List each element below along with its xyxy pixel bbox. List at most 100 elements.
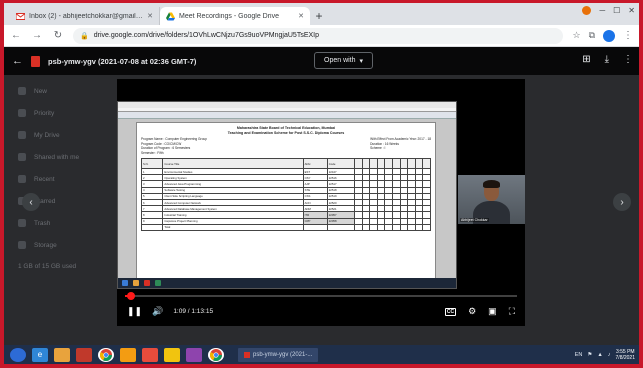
- open-with-button[interactable]: Open with ▾: [314, 52, 374, 69]
- pause-icon[interactable]: ❚❚: [127, 306, 142, 317]
- tab-title: Inbox (2) - abhijeetchokkar@gmail.com: [29, 12, 144, 20]
- trash-icon: [18, 219, 26, 227]
- ie-icon[interactable]: e: [32, 347, 48, 362]
- viewer-header: ← psb-ymw-ygv (2021-07-08 at 02:36 GMT-7…: [4, 47, 639, 75]
- close-window-icon[interactable]: ✕: [628, 6, 635, 15]
- doc-subheading: Teaching and Examination Scheme for Post…: [227, 131, 345, 135]
- scheme-table: S.N. Course Title Abbr. Code 1 Environmental…: [140, 158, 431, 231]
- control-row: ❚❚ 🔊 1:09 / 1:13:15 CC ⚙ ▣ ⛶: [127, 306, 515, 317]
- sidebar-item-recent[interactable]: Recent: [18, 175, 79, 183]
- new-window-icon[interactable]: ⊞: [582, 54, 590, 65]
- video-app-icon[interactable]: [142, 347, 158, 362]
- back-icon[interactable]: ←: [10, 30, 22, 41]
- header-cell: Abbr.: [302, 158, 328, 169]
- star-icon[interactable]: ☆: [572, 30, 580, 41]
- windows-taskbar: e psb-ymw-ygv (2021-... EN ⚑ ▲ ♪ 3:55 PM…: [4, 345, 639, 364]
- minimize-icon[interactable]: ─: [599, 6, 605, 15]
- media-icon[interactable]: [76, 347, 92, 362]
- participant-name: Abhijeet Chokkar: [460, 218, 489, 222]
- back-arrow-icon[interactable]: ←: [12, 55, 23, 67]
- priority-icon: [18, 109, 26, 117]
- shared-screen-taskbar: [118, 278, 456, 288]
- clock[interactable]: 3:55 PM 7/8/2021: [616, 349, 635, 361]
- start-button-icon[interactable]: [10, 347, 26, 362]
- browser-window: Inbox (2) - abhijeetchokkar@gmail.com ✕ …: [4, 3, 639, 364]
- sidebar-item-new[interactable]: New: [18, 87, 79, 95]
- header-cell: S.N.: [140, 158, 164, 169]
- tab-gmail[interactable]: Inbox (2) - abhijeetchokkar@gmail.com ✕: [10, 7, 160, 25]
- avatar[interactable]: [603, 29, 615, 42]
- doc-info: Program Name : Computer Engineering Grou…: [141, 137, 431, 155]
- header-cell: Course Title: [162, 158, 304, 169]
- chevron-down-icon: ▾: [359, 57, 364, 65]
- extensions-icon[interactable]: ⧉: [589, 30, 595, 41]
- folder-icon[interactable]: [54, 347, 70, 362]
- table-row-total: Total: [140, 223, 431, 231]
- time-display: 1:09 / 1:13:15: [173, 308, 214, 315]
- maximize-icon[interactable]: ☐: [613, 6, 620, 15]
- chrome-icon: [144, 280, 150, 286]
- sidebar-item-my-drive[interactable]: My Drive: [18, 131, 79, 139]
- player-controls: ❚❚ 🔊 1:09 / 1:13:15 CC ⚙ ▣ ⛶: [117, 289, 525, 326]
- sidebar-item-storage[interactable]: Storage: [18, 241, 79, 249]
- language-indicator[interactable]: EN: [575, 352, 583, 358]
- scrubber-handle[interactable]: [127, 292, 136, 300]
- chrome-icon[interactable]: [98, 347, 114, 362]
- address-bar[interactable]: 🔒 drive.google.com/drive/folders/1OVhLwC…: [73, 27, 564, 44]
- browser-toolbar: ← → ↻ 🔒 drive.google.com/drive/folders/1…: [4, 25, 639, 47]
- word-icon[interactable]: [186, 347, 202, 362]
- file-name: psb-ymw-ygv (2021-07-08 at 02:36 GMT-7): [48, 56, 197, 66]
- profile-icon[interactable]: [582, 6, 592, 15]
- document-page: Maharashtra State Board of Technical Edu…: [136, 122, 436, 282]
- flag-icon[interactable]: ⚑: [587, 352, 592, 358]
- miniplayer-icon[interactable]: ▣: [488, 306, 497, 317]
- folder-icon: [133, 280, 139, 286]
- tab-drive[interactable]: Meet Recordings - Google Drive ✕: [160, 7, 310, 25]
- window-controls: ─ ☐ ✕: [582, 6, 635, 15]
- download-icon[interactable]: ⤓: [605, 54, 609, 65]
- sidebar-item-trash[interactable]: Trash: [18, 219, 79, 227]
- close-icon[interactable]: ✕: [147, 12, 153, 20]
- tab-strip: Inbox (2) - abhijeetchokkar@gmail.com ✕ …: [4, 3, 639, 25]
- fullscreen-icon[interactable]: ⛶: [509, 306, 515, 317]
- people-icon: [18, 153, 26, 161]
- close-icon[interactable]: ✕: [298, 12, 304, 20]
- network-icon[interactable]: ▲: [597, 352, 602, 358]
- app-icon: [155, 280, 161, 286]
- forward-icon[interactable]: →: [31, 30, 43, 41]
- chrome-active-icon[interactable]: [208, 347, 224, 362]
- video-file-icon: [31, 55, 40, 67]
- clock-icon: [18, 175, 26, 183]
- pdf-toolbar: [118, 112, 456, 119]
- drive-sidebar: New Priority My Drive Shared with me Rec…: [18, 87, 79, 270]
- settings-gear-icon[interactable]: ⚙: [468, 306, 476, 317]
- paint-icon[interactable]: [120, 347, 136, 362]
- next-file-button[interactable]: ›: [613, 193, 631, 211]
- new-tab-button[interactable]: +: [310, 7, 328, 25]
- lock-icon[interactable]: 🔒: [80, 32, 89, 40]
- progress-bar[interactable]: [125, 292, 517, 300]
- reload-icon[interactable]: ↻: [52, 30, 64, 41]
- cloud-icon: [18, 241, 26, 249]
- volume-icon[interactable]: 🔊: [152, 306, 163, 317]
- video-file-icon: [244, 351, 250, 358]
- chevron-right-icon: ›: [620, 196, 624, 208]
- previous-file-button[interactable]: ‹: [22, 193, 40, 211]
- sidebar-item-shared[interactable]: Shared with me: [18, 153, 79, 161]
- plus-icon: [18, 87, 26, 95]
- system-tray: EN ⚑ ▲ ♪ 3:55 PM 7/8/2021: [575, 349, 635, 361]
- sidebar-item-priority[interactable]: Priority: [18, 109, 79, 117]
- more-icon[interactable]: ⋮: [623, 54, 633, 65]
- menu-icon[interactable]: ⋮: [623, 30, 633, 41]
- participant-camera: Abhijeet Chokkar: [458, 175, 525, 224]
- tab-title: Meet Recordings - Google Drive: [179, 12, 279, 20]
- video-player[interactable]: Maharashtra State Board of Technical Edu…: [117, 79, 525, 326]
- captions-icon[interactable]: CC: [444, 307, 457, 316]
- url-text: drive.google.com/drive/folders/1OVhLwCNj…: [93, 32, 319, 39]
- notes-icon[interactable]: [164, 347, 180, 362]
- toolbar-actions: ☆ ⧉ ⋮: [572, 29, 633, 42]
- control-actions: CC ⚙ ▣ ⛶: [444, 306, 515, 317]
- volume-icon[interactable]: ♪: [608, 352, 611, 358]
- taskbar-item[interactable]: psb-ymw-ygv (2021-...: [238, 347, 319, 362]
- gmail-icon: [15, 12, 26, 21]
